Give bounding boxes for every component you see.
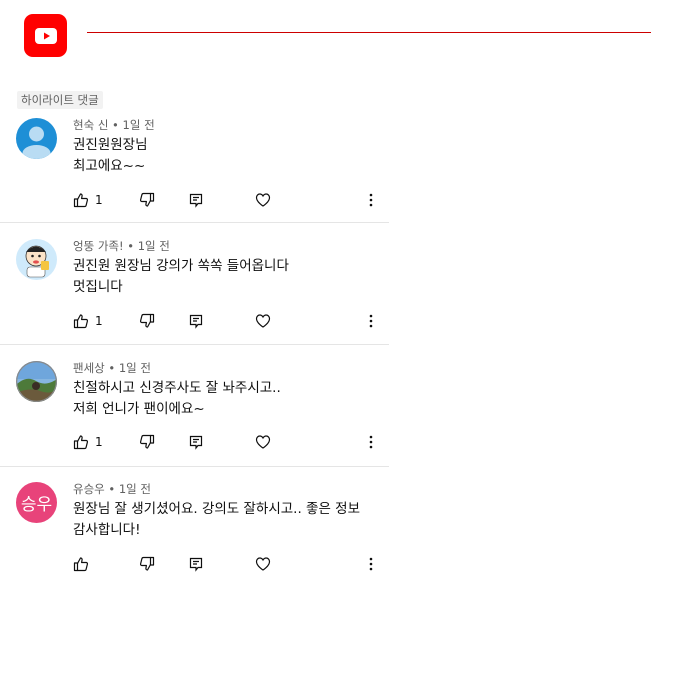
thumbs-up-icon (73, 557, 89, 572)
comment-line: 권진원원장님 (73, 137, 148, 153)
heart-icon (255, 435, 271, 449)
like-button[interactable]: 1 (73, 432, 103, 452)
comment-meta: 현숙 신 • 1일 전 (73, 118, 155, 132)
avatar[interactable] (16, 361, 57, 402)
youtube-logo-icon[interactable] (24, 14, 67, 57)
thumbs-down-icon (139, 192, 155, 207)
reply-button[interactable] (188, 311, 204, 331)
comment-author[interactable]: 유승우 (73, 482, 105, 496)
like-count: 1 (95, 314, 103, 328)
reply-icon (189, 435, 203, 450)
highlight-comments-label: 하이라이트 댓글 (17, 91, 103, 109)
heart-icon (255, 193, 271, 207)
thumbs-up-icon (73, 314, 89, 329)
comment-time[interactable]: 1일 전 (119, 482, 151, 496)
meta-separator: • (104, 361, 119, 375)
comment-line: 원장님 잘 생기셨어요. 강의도 잘하시고.. 좋은 정보 (73, 501, 361, 517)
comment-divider (0, 344, 389, 345)
comment-actions: 1 (73, 432, 383, 452)
comment-author[interactable]: 팬세상 (73, 361, 105, 375)
avatar[interactable]: 승우 (16, 482, 57, 523)
comment-line: 저희 언니가 팬이에요~ (73, 401, 205, 417)
more-vert-icon (369, 314, 373, 328)
thumbs-down-icon (139, 556, 155, 571)
dislike-button[interactable] (139, 432, 155, 452)
heart-button[interactable] (255, 190, 271, 210)
like-count: 1 (95, 193, 103, 207)
heart-button[interactable] (255, 554, 271, 574)
more-vert-icon (369, 193, 373, 207)
dislike-button[interactable] (139, 311, 155, 331)
more-vert-icon (369, 435, 373, 449)
comment-author[interactable]: 현숙 신 (73, 118, 108, 132)
more-options-button[interactable] (363, 554, 379, 574)
more-vert-icon (369, 557, 373, 571)
comment-actions: 1 (73, 190, 383, 210)
comment-time[interactable]: 1일 전 (123, 118, 155, 132)
comment-meta: 유승우 • 1일 전 (73, 482, 151, 496)
like-button[interactable]: 1 (73, 311, 103, 331)
comment-time[interactable]: 1일 전 (119, 361, 151, 375)
like-button[interactable] (73, 554, 95, 574)
comment-actions: 1 (73, 311, 383, 331)
heart-button[interactable] (255, 311, 271, 331)
heart-icon (255, 557, 271, 571)
thumbs-down-icon (139, 434, 155, 449)
comment-text: 권진원원장님 최고에요~~ (73, 135, 148, 177)
comment-line: 감사합니다! (73, 522, 141, 538)
reply-icon (189, 314, 203, 329)
more-options-button[interactable] (363, 432, 379, 452)
comments-page: 하이라이트 댓글 현숙 신 • 1일 전 권진원원장님 최고에요~~ 1 엉뚱 … (0, 0, 700, 700)
comment-meta: 팬세상 • 1일 전 (73, 361, 151, 375)
comment-line: 멋집니다 (73, 279, 123, 295)
comment-text: 권진원 원장님 강의가 쏙쏙 들어옵니다 멋집니다 (73, 256, 289, 298)
reply-button[interactable] (188, 190, 204, 210)
comment-actions (73, 554, 383, 574)
avatar[interactable] (16, 239, 57, 280)
reply-icon (189, 557, 203, 572)
dislike-button[interactable] (139, 190, 155, 210)
comment-divider (0, 222, 389, 223)
reply-button[interactable] (188, 554, 204, 574)
meta-separator: • (123, 239, 138, 253)
heart-button[interactable] (255, 432, 271, 452)
comment-time[interactable]: 1일 전 (138, 239, 170, 253)
comment-line: 권진원 원장님 강의가 쏙쏙 들어옵니다 (73, 258, 289, 274)
thumbs-up-icon (73, 435, 89, 450)
more-options-button[interactable] (363, 311, 379, 331)
like-button[interactable]: 1 (73, 190, 103, 210)
dislike-button[interactable] (139, 554, 155, 574)
comment-line: 친절하시고 신경주사도 잘 놔주시고.. (73, 380, 281, 396)
comment-author[interactable]: 엉뚱 가족! (73, 239, 124, 253)
reply-icon (189, 193, 203, 208)
meta-separator: • (104, 482, 119, 496)
comment-line: 최고에요~~ (73, 158, 146, 174)
comment-divider (0, 466, 389, 467)
comment-text: 친절하시고 신경주사도 잘 놔주시고.. 저희 언니가 팬이에요~ (73, 378, 281, 420)
heart-icon (255, 314, 271, 328)
header-divider (87, 32, 651, 33)
like-count: 1 (95, 435, 103, 449)
meta-separator: • (108, 118, 123, 132)
avatar[interactable] (16, 118, 57, 159)
reply-button[interactable] (188, 432, 204, 452)
comment-meta: 엉뚱 가족! • 1일 전 (73, 239, 170, 253)
more-options-button[interactable] (363, 190, 379, 210)
comment-text: 원장님 잘 생기셨어요. 강의도 잘하시고.. 좋은 정보 감사합니다! (73, 499, 360, 541)
avatar-initials: 승우 (20, 495, 53, 515)
thumbs-down-icon (139, 313, 155, 328)
thumbs-up-icon (73, 193, 89, 208)
